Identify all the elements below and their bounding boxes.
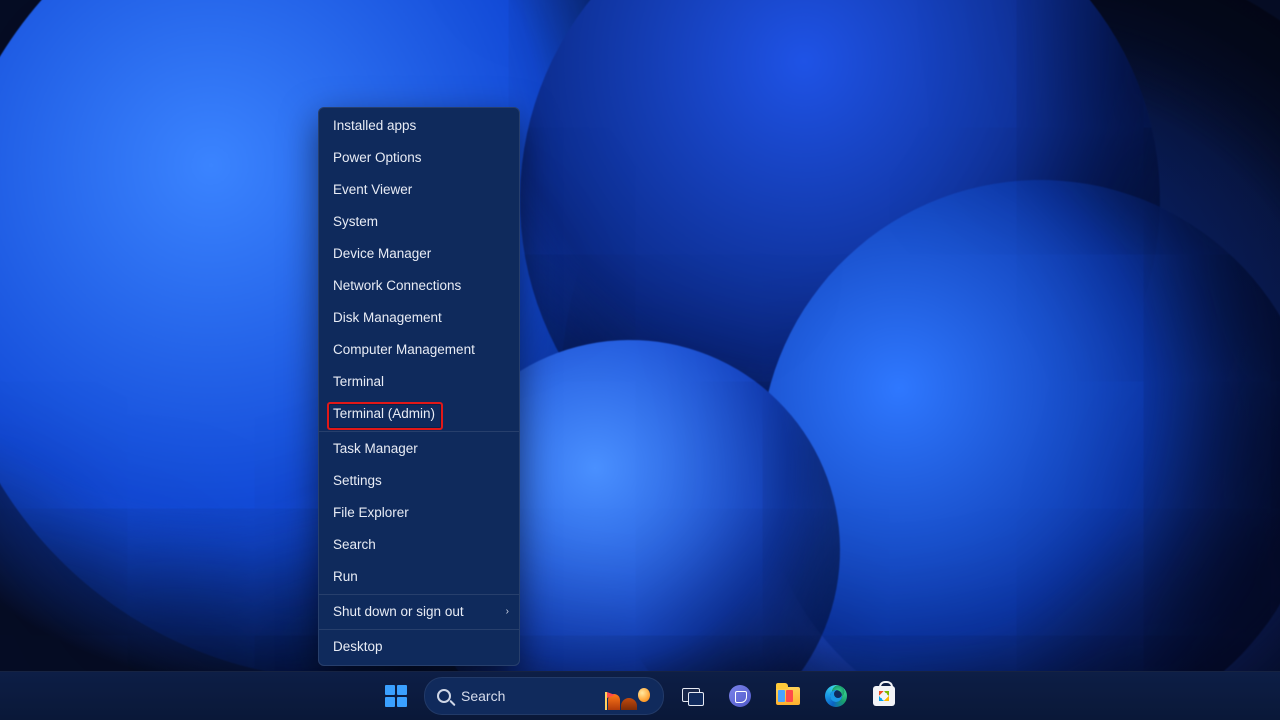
windows-logo-icon: [385, 685, 407, 707]
search-icon: [437, 689, 451, 703]
file-explorer-icon: [776, 687, 800, 705]
menu-item-power-options[interactable]: Power Options: [319, 142, 519, 174]
task-view-icon: [682, 688, 702, 704]
edge-icon: [825, 685, 847, 707]
chevron-right-icon: ›: [506, 596, 509, 628]
menu-item-installed-apps[interactable]: Installed apps: [319, 110, 519, 142]
task-view-button[interactable]: [672, 676, 712, 716]
taskbar-search[interactable]: Search: [424, 677, 664, 715]
menu-item-disk-management[interactable]: Disk Management: [319, 302, 519, 334]
menu-separator: [319, 629, 519, 630]
menu-item-event-viewer[interactable]: Event Viewer: [319, 174, 519, 206]
desktop-wallpaper: [0, 0, 1280, 720]
file-explorer-button[interactable]: [768, 676, 808, 716]
menu-item-shut-down-or-sign-out[interactable]: Shut down or sign out›: [319, 596, 519, 628]
menu-separator: [319, 594, 519, 595]
menu-item-run[interactable]: Run: [319, 561, 519, 593]
store-icon: [873, 686, 895, 706]
menu-separator: [319, 431, 519, 432]
menu-item-device-manager[interactable]: Device Manager: [319, 238, 519, 270]
chat-icon: [729, 685, 751, 707]
menu-item-settings[interactable]: Settings: [319, 465, 519, 497]
menu-item-search[interactable]: Search: [319, 529, 519, 561]
menu-item-task-manager[interactable]: Task Manager: [319, 433, 519, 465]
search-highlight-graphic: [605, 682, 653, 710]
edge-button[interactable]: [816, 676, 856, 716]
start-button[interactable]: [376, 676, 416, 716]
menu-item-system[interactable]: System: [319, 206, 519, 238]
menu-item-file-explorer[interactable]: File Explorer: [319, 497, 519, 529]
menu-item-terminal-admin[interactable]: Terminal (Admin): [319, 398, 519, 430]
menu-item-network-connections[interactable]: Network Connections: [319, 270, 519, 302]
menu-item-terminal[interactable]: Terminal: [319, 366, 519, 398]
microsoft-store-button[interactable]: [864, 676, 904, 716]
search-placeholder: Search: [461, 688, 505, 704]
winx-context-menu: Installed appsPower OptionsEvent ViewerS…: [318, 107, 520, 666]
menu-item-computer-management[interactable]: Computer Management: [319, 334, 519, 366]
chat-button[interactable]: [720, 676, 760, 716]
taskbar: Search: [0, 671, 1280, 720]
menu-item-desktop[interactable]: Desktop: [319, 631, 519, 663]
